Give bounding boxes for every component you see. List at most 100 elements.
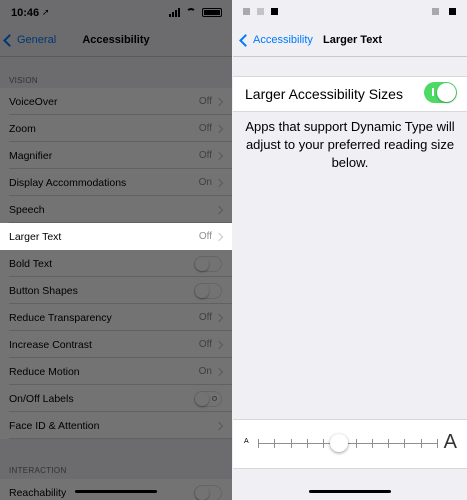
battery-icon [202,8,222,17]
large-text-icon: A [443,431,457,453]
signal-icon [169,8,180,17]
chevron-right-icon [214,232,224,242]
row-value: Off [198,339,212,350]
status-placeholder-icon [432,8,439,15]
slider-tick [404,439,406,448]
slider-tick [371,439,373,448]
slider-tick [388,439,390,448]
section-header-vision: VISION [9,76,38,85]
row-value: Off [198,96,212,107]
row-label: On/Off Labels [9,393,74,405]
larger-text-screen: Accessibility Larger Text Larger Accessi… [233,0,467,500]
settings-row[interactable]: Button Shapes [0,277,232,304]
slider-tick [437,439,438,448]
row-value: Off [198,150,212,161]
toggle-switch[interactable] [194,485,222,500]
settings-row[interactable]: Reduce Motion On [0,358,232,385]
settings-row[interactable]: Face ID & Attention [0,412,232,439]
back-label: Accessibility [253,34,313,46]
row-label: Reduce Transparency [9,312,112,324]
status-placeholder-icon [449,8,456,15]
chevron-right-icon [214,205,224,215]
row-value: On [198,177,212,188]
row-label: Display Accommodations [9,177,127,189]
chevron-right-icon [214,421,224,431]
settings-row[interactable]: Magnifier Off [0,142,232,169]
toggle-knob [195,392,209,406]
settings-row[interactable]: On/Off Labels [0,385,232,412]
status-bar: 10:46 ➚ [0,0,232,26]
row-value: On [198,366,212,377]
settings-row[interactable]: Bold Text [0,250,232,277]
larger-accessibility-sizes-row: Larger Accessibility Sizes [233,76,467,112]
chevron-left-icon [239,33,252,47]
settings-row[interactable]: Zoom Off [0,115,232,142]
small-text-icon: A [244,438,249,445]
status-bar [233,0,467,26]
slider-tick [355,439,357,448]
page-title: Larger Text [323,34,383,46]
settings-row[interactable]: Display Accommodations On [0,169,232,196]
settings-row[interactable]: Larger Text Off [0,223,232,250]
status-time: 10:46 [11,7,40,19]
section-header-interaction: INTERACTION [9,466,67,475]
chevron-right-icon [214,367,224,377]
chevron-right-icon [214,313,224,323]
accessibility-screen: 10:46 ➚ General Accessibility VISION INT… [0,0,232,500]
footer-description: Apps that support Dynamic Type will adju… [245,119,455,170]
toggle-knob [437,83,456,102]
text-size-slider-area: A A [233,419,467,469]
status-placeholder-icon [257,8,264,15]
toggle-switch[interactable] [194,283,222,299]
nav-bar: General Accessibility [0,26,232,57]
wifi-icon [185,8,197,17]
row-label: Speech [9,204,45,216]
home-indicator [75,490,157,493]
chevron-right-icon [214,178,224,188]
slider-tick [306,439,308,448]
slider-tick [420,439,422,448]
setting-label: Larger Accessibility Sizes [245,86,403,102]
larger-accessibility-sizes-toggle[interactable] [424,82,457,103]
row-label: Zoom [9,123,36,135]
chevron-right-icon [214,151,224,161]
row-label: Reduce Motion [9,366,80,378]
row-value: Off [198,123,212,134]
chevron-right-icon [214,97,224,107]
row-label: Face ID & Attention [9,420,100,432]
location-icon: ➚ [42,7,50,17]
row-label: VoiceOver [9,96,58,108]
chevron-right-icon [214,340,224,350]
slider-tick [290,439,292,448]
row-label: Larger Text [9,231,62,243]
status-placeholder-icon [271,8,278,15]
slider-tick [323,439,325,448]
row-divider [9,438,232,439]
settings-row[interactable]: Increase Contrast Off [0,331,232,358]
toggle-knob [195,257,209,271]
row-label: Magnifier [9,150,53,162]
settings-row[interactable]: Speech [0,196,232,223]
row-label: Button Shapes [9,285,78,297]
chevron-right-icon [214,124,224,134]
toggle-switch[interactable] [194,391,222,407]
page-title: Accessibility [82,34,150,46]
toggle-switch[interactable] [194,256,222,272]
slider-tick [274,439,276,448]
back-button-accessibility[interactable]: Accessibility [239,33,313,47]
home-indicator [309,490,391,493]
toggle-knob [195,284,209,298]
on-label-icon [432,88,434,96]
row-label: Increase Contrast [9,339,92,351]
row-value: Off [198,312,212,323]
row-value: Off [198,231,212,242]
row-label: Reachability [9,487,67,499]
slider-tick [258,439,259,448]
off-label-icon [212,396,217,401]
row-label: Bold Text [9,258,52,270]
slider-thumb[interactable] [330,434,349,452]
nav-bar: Accessibility Larger Text [233,26,467,57]
settings-row[interactable]: Reduce Transparency Off [0,304,232,331]
status-placeholder-icon [243,8,250,15]
settings-row[interactable]: VoiceOver Off [0,88,232,115]
